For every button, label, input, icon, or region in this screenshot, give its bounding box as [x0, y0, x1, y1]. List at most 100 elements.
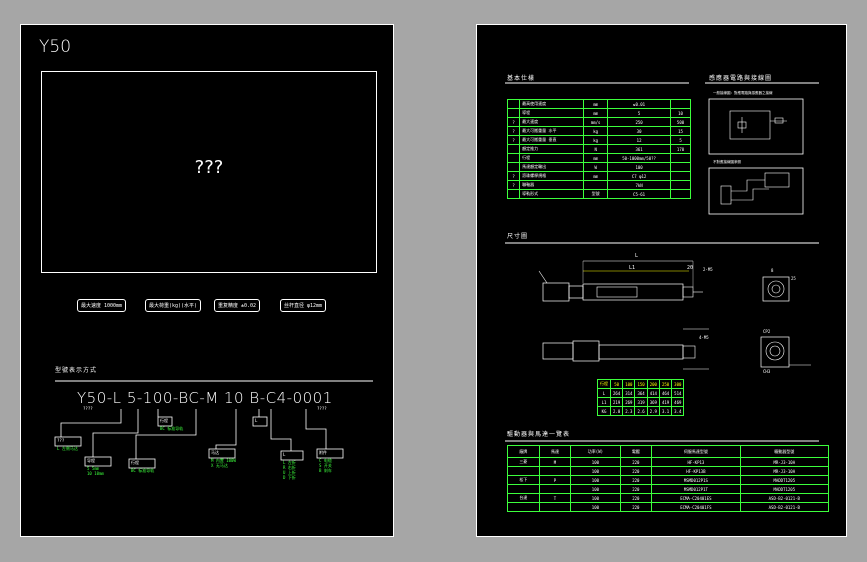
table-row: ? 最大可搬重量 水平 kg 30 15 [506, 126, 691, 136]
table-cell [506, 99, 521, 109]
table-cell: 最大可搬重量 垂直 [519, 135, 585, 145]
table-cell: 15 [670, 126, 691, 136]
motor-table: 廠牌 馬達 功率(W) 電壓 伺服馬達型號 驅動器型號 三菱 M 100 220 HF-KP13 MR… [507, 445, 830, 512]
table-row: L1 219 269 319 369 419 469 [597, 397, 685, 407]
wiring-note-2: 不對應接線圖參照 [713, 160, 741, 164]
note-line: L 左侧马达 [57, 446, 78, 451]
table-cell: 2.0 [609, 406, 624, 416]
note-title: L [255, 418, 258, 423]
table-cell: W [583, 162, 609, 172]
table-cell: ? [506, 171, 521, 181]
note-group-4: 行程 BC 标准导轨 [131, 460, 154, 473]
table-header-cell: 馬達 [538, 445, 572, 458]
table-row: L 264 314 364 414 464 514 [597, 388, 685, 398]
table-row: 導程 mm 5 10 [506, 108, 691, 118]
table-cell: 361 [607, 144, 672, 154]
dimension-table: 行程 50 100 150 200 250 300 L 264 314 364 414 464 514 L1… [597, 379, 685, 416]
code-rail: BC [178, 389, 200, 407]
note-line: BC 标准导轨 [160, 426, 184, 431]
table-cell: 319 [634, 397, 648, 407]
note-group-3: 行程 BC 标准导轨 [160, 418, 183, 431]
left-drawing-sheet: Y50 ??? 最大速度 1000mm 最大荷重(kg)(水平) 重复精度 ±0… [20, 24, 394, 537]
note-title: 行程 [160, 418, 168, 423]
dim-label-4m5: 4-M5 [699, 335, 709, 340]
table-header-cell: 行程 [597, 379, 611, 389]
table-row: 三菱 M 100 220 HF-KP13 MR-J3-10A [507, 457, 830, 467]
table-cell: 220 [619, 466, 653, 476]
table-cell: MADDT1205 [739, 484, 830, 494]
code-stroke: 100 [142, 389, 173, 407]
code-motor-side: L [112, 389, 122, 407]
table-cell: 3.4 [671, 406, 685, 416]
table-cell: MADDT1205 [739, 475, 830, 485]
table-header-cell: 100 [622, 379, 636, 389]
dim-label-20: 20 [687, 265, 694, 271]
table-cell: 100 [570, 502, 621, 512]
table-cell [670, 189, 691, 199]
table-cell: 滾珠螺桿規格 [519, 171, 585, 181]
code-motor: M [205, 389, 219, 407]
table-row: 導軌形式 型號 C5-61 [506, 189, 691, 199]
dim-label-ch3: CH3 [763, 369, 771, 374]
table-cell: 三菱 [507, 457, 540, 467]
code-sub-label-2: ???? [317, 406, 327, 411]
table-cell: 364 [634, 388, 648, 398]
table-cell: MR-J3-10A [739, 466, 830, 476]
table-cell: 100 [570, 466, 621, 476]
table-cell: ECMA-C20401FS [651, 502, 741, 512]
table-cell [506, 162, 521, 172]
table-cell: 最大速度 [519, 117, 585, 127]
table-cell: 導程 [519, 108, 585, 118]
code-fold: 10 [224, 389, 245, 407]
table-cell: ASD-B2-0121-B [739, 493, 830, 503]
note-group-7: L L 左折 R 右折 U 上折 D 下折 [283, 452, 296, 480]
table-cell: 台達 [507, 493, 540, 503]
table-cell: 514 [671, 388, 685, 398]
table-cell: 導軌形式 [519, 189, 585, 199]
table-cell: 馬達額定輸出 [519, 162, 585, 172]
note-title: L [283, 452, 286, 457]
table-cell: L [597, 388, 611, 398]
note-group-1: ??? L 左侧马达 [57, 438, 78, 451]
code-sub-label: ???? [83, 406, 93, 411]
dim-label-25: 25 [791, 276, 796, 281]
table-row: 100 220 MSMD012P1T MADDT1205 [507, 484, 830, 494]
dim-label-L1: L1 [629, 265, 636, 271]
table-row: KG 2.0 2.3 2.6 2.9 3.1 3.4 [597, 406, 685, 416]
table-cell: C5-61 [607, 189, 672, 199]
table-cell: 219 [609, 397, 624, 407]
table-row: 松下 P 100 220 MSMD012P1S MADDT1205 [507, 475, 830, 485]
model-code: Y50-L 5-100-BC-M 10 B-C4-0001 [77, 389, 333, 407]
table-cell [538, 484, 572, 494]
table-header-cell: 300 [671, 379, 685, 389]
note-line: X 无马达 [211, 463, 228, 468]
note-group-6: L [255, 418, 257, 423]
table-cell: 2.6 [634, 406, 648, 416]
note-group-5: 马达 M 内置 100W X 无马达 [211, 450, 236, 468]
dim-label-8: 8 [771, 268, 774, 273]
table-cell: ? [506, 135, 521, 145]
table-cell: 額定推力 [519, 144, 585, 154]
table-cell: 最高使用速度 [519, 99, 585, 109]
table-cell: 250 [607, 117, 672, 127]
table-cell: 2.9 [646, 406, 660, 416]
table-header-cell: 伺服馬達型號 [651, 445, 741, 458]
table-cell: ? [506, 126, 521, 136]
right-drawing-sheet: 基本仕樣 感應器電路與接線圖 尺寸圖 驅動器與馬達一覽表 一般接線圖：對應電路與… [476, 24, 847, 537]
table-cell: 100 [570, 484, 621, 494]
table-cell: kg [583, 126, 609, 136]
dim-label-L: L [635, 253, 639, 259]
table-cell: mm/s [583, 117, 609, 127]
table-cell: 220 [619, 493, 653, 503]
basic-spec-table: 最高使用速度 mm ≤0.01 導程 mm 5 10? 最大速度 mm/s 250 500? 最大可搬… [506, 99, 691, 199]
note-title: ??? [57, 438, 65, 443]
table-cell [538, 466, 572, 476]
table-cell: MSMD012P1S [651, 475, 741, 485]
table-cell: 220 [619, 475, 653, 485]
table-cell: MR-J3-10A [739, 457, 830, 467]
table-row: ? 最大可搬重量 垂直 kg 12 5 [506, 135, 691, 145]
note-title: 行程 [131, 460, 139, 465]
table-cell: 314 [622, 388, 636, 398]
table-row: ? 最大速度 mm/s 250 500 [506, 117, 691, 127]
table-cell: 369 [646, 397, 660, 407]
